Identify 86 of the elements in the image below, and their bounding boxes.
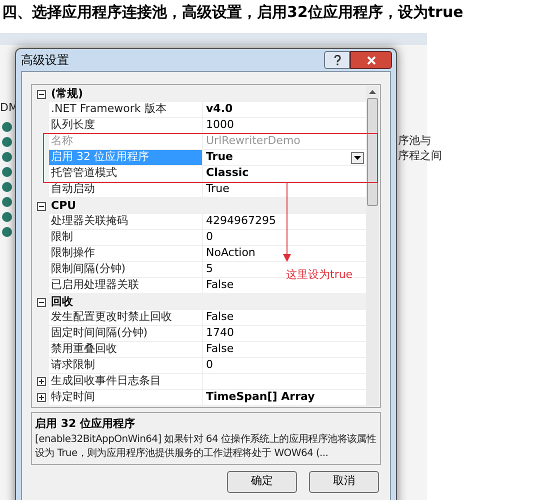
caret-icon (354, 156, 361, 160)
property-value: 0 (206, 357, 213, 374)
property-value-cell[interactable]: False (203, 342, 366, 357)
property-name-cell[interactable]: 自动启动 (49, 182, 203, 197)
property-name-cell[interactable]: 已启用处理器关联 (49, 278, 203, 293)
collapse-icon[interactable] (36, 298, 46, 306)
dialog-button[interactable]: 取消 (309, 470, 379, 492)
property-value: UrlRewriterDemo (206, 133, 300, 150)
close-icon (366, 56, 376, 64)
property-value-cell[interactable]: 4294967295 (203, 214, 366, 229)
close-button[interactable] (350, 51, 392, 69)
property-name: 自动启动 (51, 181, 95, 198)
description-text: [enable32BitAppOnWin64] 如果针对 64 位操作系统上的应用程序池将该属性设为 True，则为应用程序池提供服务的工作进程将处于 WOW64 (... (35, 432, 377, 460)
collapse-icon[interactable] (36, 90, 46, 98)
property-value-cell[interactable]: 1000 (203, 118, 366, 133)
property-name: 禁用重叠回收 (51, 341, 117, 358)
property-value: Classic (206, 165, 249, 182)
help-icon (334, 54, 340, 66)
property-value-cell[interactable]: NoAction (203, 246, 366, 261)
window-title: 高级设置 (21, 52, 69, 69)
property-value: v4.0 (206, 101, 233, 118)
property-name: 特定时间 (51, 389, 95, 406)
property-name: 名称 (51, 133, 73, 150)
property-name-cell[interactable]: 特定时间 (49, 390, 203, 405)
property-name-cell[interactable]: 生成回收事件日志条目 (49, 374, 203, 389)
property-value-cell[interactable]: v4.0 (203, 102, 366, 117)
property-value-cell[interactable]: 0 (203, 358, 366, 373)
expand-icon[interactable] (36, 377, 46, 386)
scroll-up-icon[interactable] (369, 90, 376, 94)
property-value-cell[interactable]: 1740 (203, 326, 366, 341)
property-value: True (206, 181, 230, 198)
property-name: 发生配置更改时禁止回收 (51, 309, 172, 326)
property-name: 处理器关联掩码 (51, 213, 128, 230)
help-button[interactable] (324, 51, 350, 69)
property-name: 已启用处理器关联 (51, 277, 139, 294)
scrollbar-thumb[interactable] (367, 98, 378, 206)
description-title: 启用 32 位应用程序 (35, 416, 136, 432)
collapse-icon[interactable] (36, 202, 46, 210)
property-name-cell[interactable]: 限制 (49, 230, 203, 245)
property-name-cell[interactable]: 发生配置更改时禁止回收 (49, 310, 203, 325)
scrollbar[interactable] (366, 86, 379, 406)
property-value: True (206, 149, 234, 166)
property-name: 限制 (51, 229, 73, 246)
property-value: 1740 (206, 325, 234, 342)
property-name: .NET Framework 版本 (51, 101, 166, 118)
property-name: 队列长度 (51, 117, 95, 134)
property-name: 固定时间间隔(分钟) (51, 325, 148, 342)
property-value: 5 (206, 261, 213, 278)
property-value: 0 (206, 229, 213, 246)
property-value-cell[interactable]: Classic (203, 166, 366, 181)
property-name-cell[interactable]: 托管管道模式 (49, 166, 203, 181)
dropdown-button[interactable] (351, 152, 364, 164)
property-name: 限制间隔(分钟) (51, 261, 126, 278)
property-name: 请求限制 (51, 357, 95, 374)
property-name-cell[interactable]: .NET Framework 版本 (49, 102, 203, 117)
property-name: 启用 32 位应用程序 (51, 149, 149, 166)
expand-icon[interactable] (36, 393, 46, 402)
property-value: False (206, 341, 234, 358)
property-value: 1000 (206, 117, 234, 134)
property-name-cell[interactable]: 固定时间间隔(分钟) (49, 326, 203, 341)
section-header: CPU (50, 198, 76, 214)
property-value: TimeSpan[] Array (206, 389, 315, 406)
property-name-cell[interactable]: 队列长度 (49, 118, 203, 133)
property-value: False (206, 309, 234, 326)
background-text: 序池与 (398, 133, 432, 148)
property-name: 托管管道模式 (51, 165, 117, 182)
property-name-cell[interactable]: 请求限制 (49, 358, 203, 373)
property-name-cell[interactable]: 限制间隔(分钟) (49, 262, 203, 277)
background-text: 序程之间 (398, 148, 442, 163)
property-value: NoAction (206, 245, 256, 262)
property-value-cell[interactable]: False (203, 310, 366, 325)
property-name-cell[interactable]: 处理器关联掩码 (49, 214, 203, 229)
property-value-cell[interactable]: 0 (203, 230, 366, 245)
dialog-button[interactable]: 确定 (227, 470, 297, 492)
property-value: 4294967295 (206, 213, 276, 230)
section-header: (常规) (50, 86, 84, 102)
property-name: 生成回收事件日志条目 (51, 373, 161, 390)
property-value: False (206, 277, 234, 294)
property-name: 限制操作 (51, 245, 95, 262)
property-value-cell[interactable]: TimeSpan[] Array (203, 390, 366, 405)
section-header: 回收 (50, 294, 73, 310)
property-value-cell[interactable]: True (203, 150, 366, 165)
property-name-cell[interactable]: 禁用重叠回收 (49, 342, 203, 357)
property-name-cell[interactable]: 限制操作 (49, 246, 203, 261)
page-heading: 四、选择应用程序连接池，高级设置，启用32位应用程序，设为true (1, 2, 464, 22)
property-value-cell[interactable]: True (203, 182, 366, 197)
